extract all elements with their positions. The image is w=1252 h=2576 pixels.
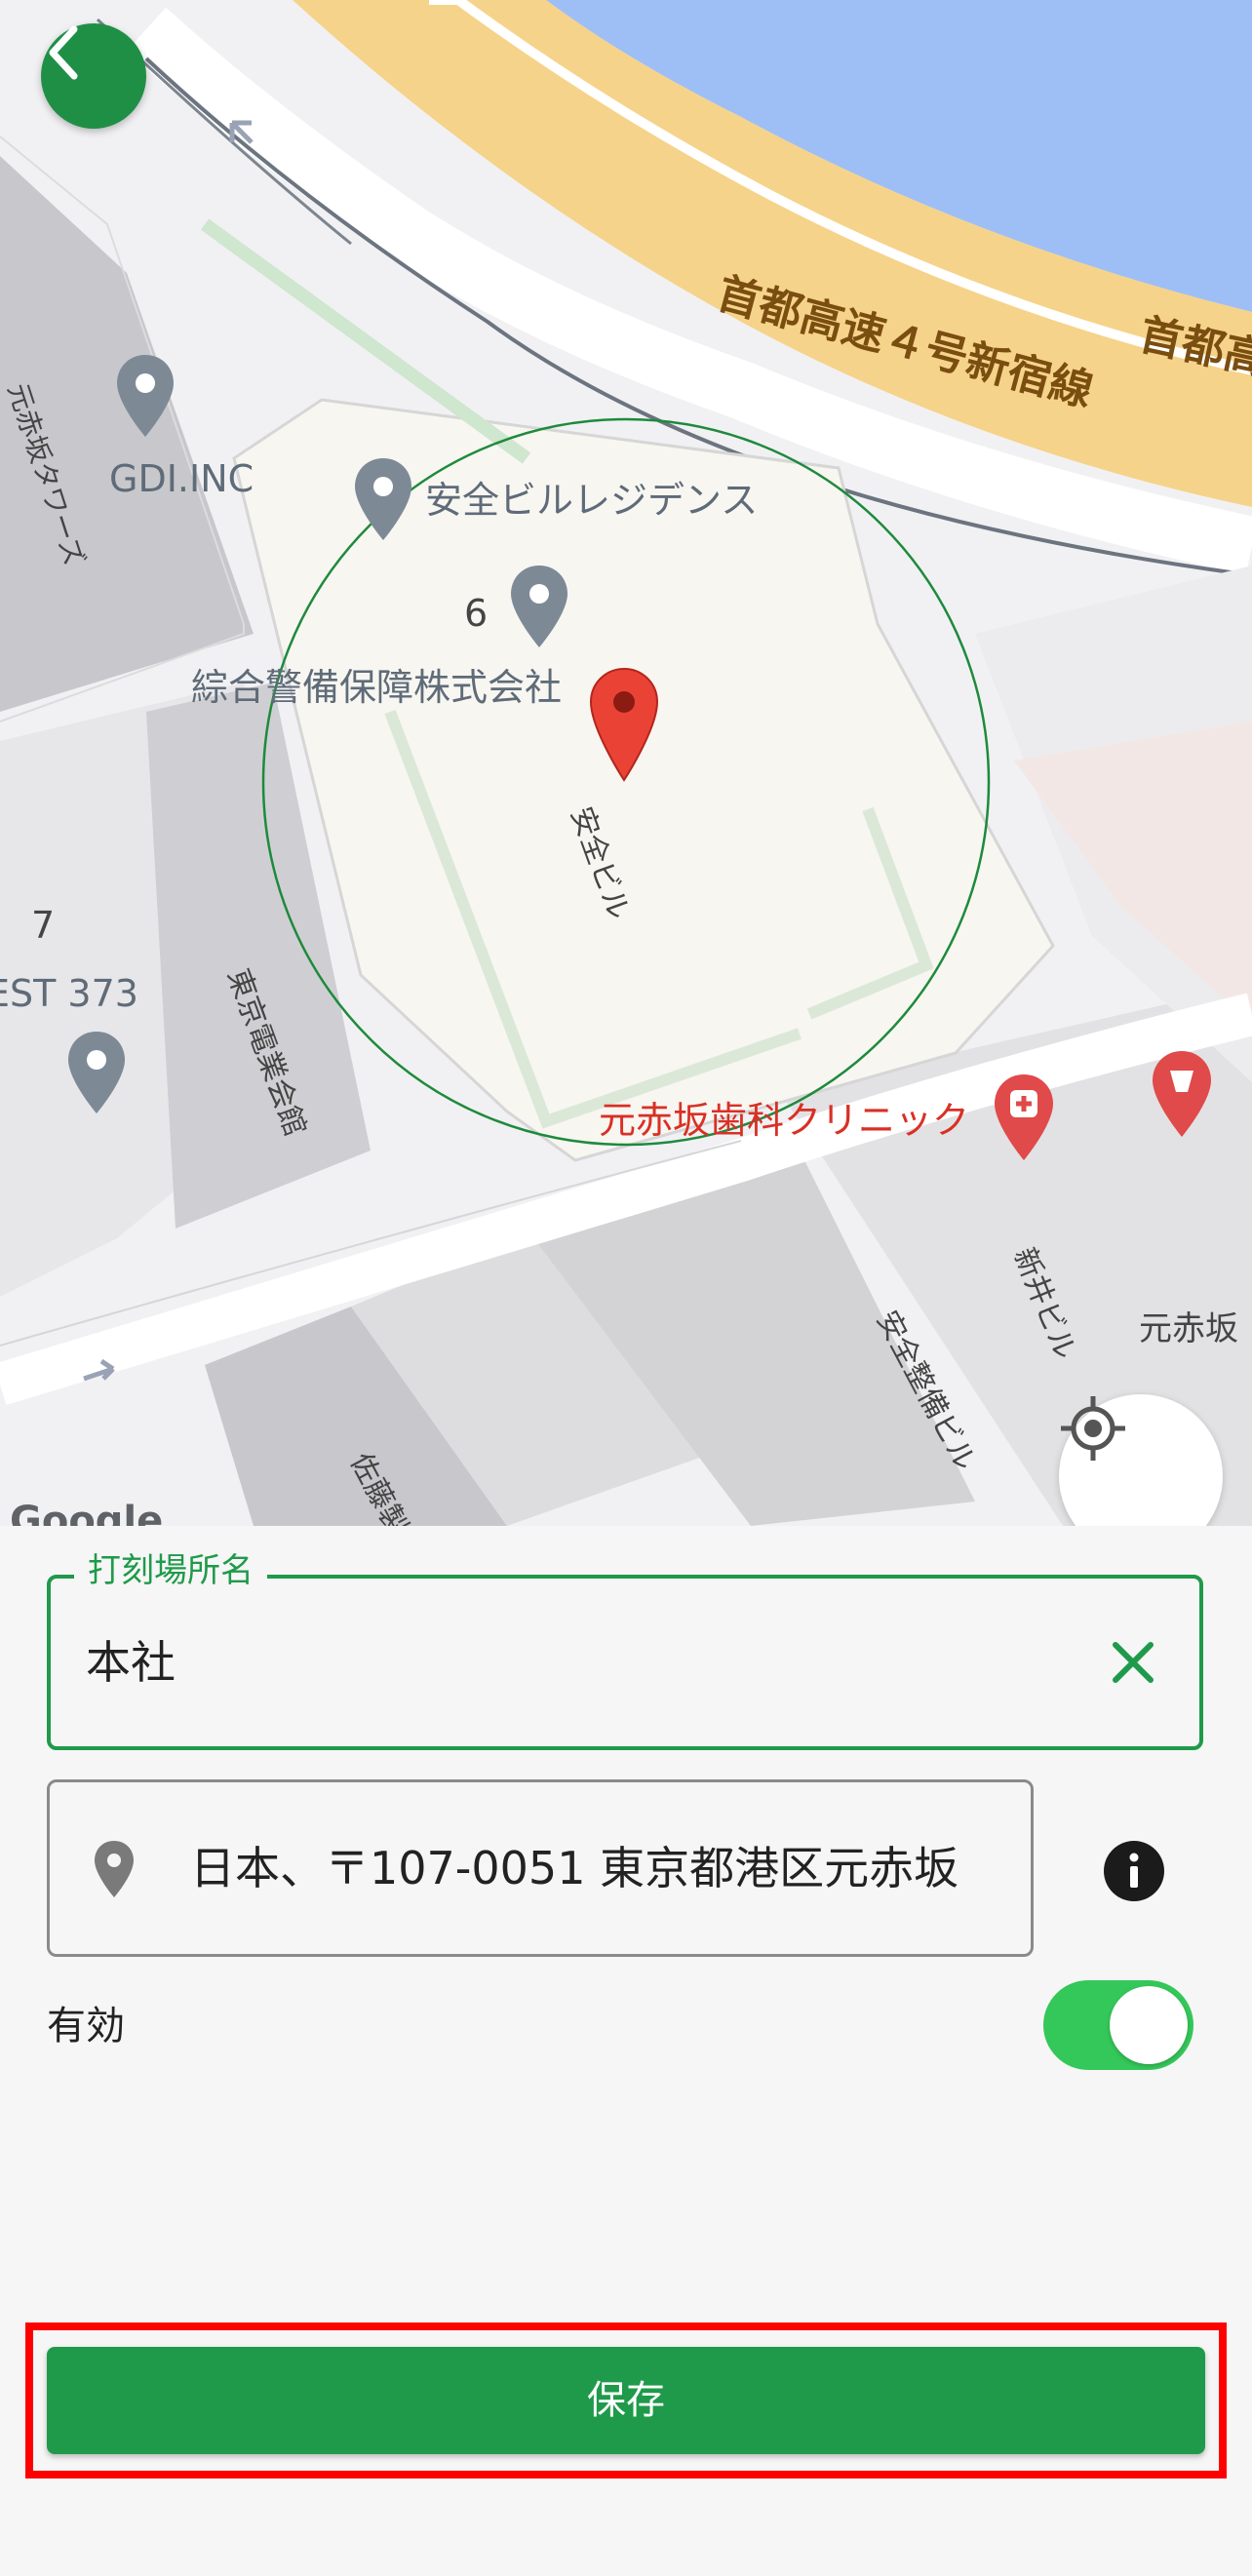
map-label-gdi: GDI.INC: [109, 457, 254, 500]
google-logo: Google: [10, 1499, 164, 1526]
poi-pin-icon[interactable]: [66, 1030, 127, 1115]
location-pin-icon: [95, 1841, 134, 1897]
poi-pin-icon[interactable]: [115, 353, 176, 439]
clinic-pin-icon[interactable]: [993, 1073, 1055, 1162]
enabled-toggle[interactable]: [1043, 1980, 1193, 2070]
location-pin-icon[interactable]: [589, 667, 659, 782]
location-name-field[interactable]: 打刻場所名 本社: [47, 1549, 1203, 1750]
crosshair-icon: [1061, 1396, 1125, 1461]
poi-pin-icon[interactable]: [509, 564, 569, 649]
info-button[interactable]: [1104, 1841, 1164, 1901]
map-label-6: 6: [464, 592, 489, 635]
location-form: 打刻場所名 本社 日本、〒107-0051 東京都港区元赤坂 有効 保存: [0, 1526, 1252, 2576]
info-icon: [1129, 1853, 1139, 1888]
map-label-residence: 安全ビルレジデンス: [425, 479, 759, 522]
poi-pin-icon[interactable]: [353, 456, 413, 542]
location-name-input[interactable]: 本社: [86, 1579, 176, 1746]
map-label-est-373: EST 373: [0, 972, 138, 1015]
chevron-left-icon: [49, 25, 78, 80]
enabled-label: 有効: [47, 2004, 125, 2049]
address-field[interactable]: 日本、〒107-0051 東京都港区元赤坂: [47, 1779, 1034, 1957]
map-label-7: 7: [31, 904, 56, 947]
map-label-dental-clinic: 元赤坂歯科クリニック: [599, 1099, 970, 1142]
save-button[interactable]: 保存: [47, 2347, 1205, 2454]
map-view[interactable]: 首都高速４号新宿線 首都高 GDI.INC 安全ビルレジデンス 6 綜合警備保障…: [0, 0, 1252, 1526]
pharmacy-pin-icon[interactable]: [1151, 1049, 1213, 1139]
back-button[interactable]: [41, 23, 146, 129]
clear-icon[interactable]: [1106, 1635, 1160, 1690]
map-label-sogo-keibi: 綜合警備保障株式会社: [191, 666, 563, 709]
address-input[interactable]: 日本、〒107-0051 東京都港区元赤坂: [190, 1782, 1019, 1954]
toggle-knob: [1110, 1986, 1188, 2064]
map-label-motoakasaka: 元赤坂: [1139, 1309, 1238, 1348]
